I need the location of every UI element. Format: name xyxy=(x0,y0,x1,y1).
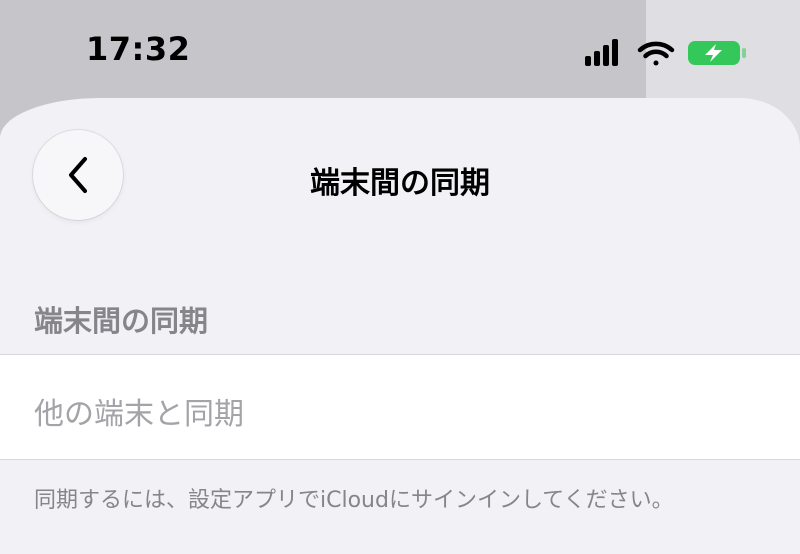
wifi-icon xyxy=(637,41,675,66)
sync-with-other-devices-label: 他の端末と同期 xyxy=(34,397,244,432)
battery-charging-icon xyxy=(688,41,746,65)
status-bar: 17:32 xyxy=(0,0,800,100)
signal-icon xyxy=(585,39,618,66)
status-icons xyxy=(585,39,746,66)
section-footer-note: 同期するには、設定アプリでiCloudにサインインしてください。 xyxy=(34,488,674,513)
sync-settings-sheet: 端末間の同期 端末間の同期 他の端末と同期 同期するには、設定アプリでiClou… xyxy=(0,98,800,554)
sync-with-other-devices-cell[interactable]: 他の端末と同期 xyxy=(0,354,800,460)
status-time: 17:32 xyxy=(86,30,191,68)
section-header: 端末間の同期 xyxy=(34,304,209,338)
page-title: 端末間の同期 xyxy=(310,166,490,201)
